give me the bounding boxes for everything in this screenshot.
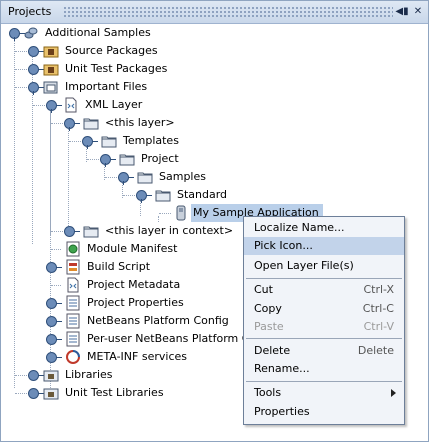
tree-node-label: Module Manifest [87, 242, 178, 255]
services-icon [66, 350, 80, 364]
tree-node-label: Additional Samples [45, 26, 151, 39]
menu-item-rename[interactable]: Rename... [244, 360, 404, 378]
tree-node-label: Project Properties [87, 296, 184, 309]
expand-toggle-icon[interactable] [64, 118, 80, 131]
build-script-icon [66, 259, 80, 275]
xml-file-icon [65, 97, 77, 113]
expand-toggle-icon[interactable] [9, 28, 25, 41]
tree-node-label: Per-user NetBeans Platform C [87, 332, 250, 345]
expand-toggle-icon[interactable] [28, 46, 44, 57]
expand-toggle-icon[interactable] [28, 388, 44, 399]
expand-toggle-icon[interactable] [46, 298, 62, 309]
expand-toggle-icon[interactable] [82, 136, 98, 149]
folder-icon [83, 226, 99, 238]
tree-node-label: Unit Test Packages [65, 62, 168, 75]
expand-toggle-icon[interactable] [46, 262, 62, 273]
expand-toggle-icon[interactable] [46, 352, 62, 363]
tree-node-label: Standard [177, 188, 228, 201]
tree-node-label: XML Layer [85, 98, 143, 111]
library-folder-icon [43, 388, 59, 400]
tree-node-label: Build Script [87, 260, 151, 273]
submenu-arrow-icon [391, 389, 396, 397]
projects-window: Projects ◀▮ ✕ Additional Samples Source … [0, 0, 429, 442]
drag-grip[interactable] [63, 6, 393, 18]
tree-node-label: Templates [123, 134, 179, 147]
menu-item-copy[interactable]: Copy Ctrl-C [244, 300, 404, 318]
menu-item-pick-icon[interactable]: Pick Icon... [244, 237, 404, 255]
menu-item-tools[interactable]: Tools [244, 384, 404, 402]
folder-icon [155, 190, 171, 202]
menu-item-properties[interactable]: Properties [244, 403, 404, 421]
manifest-icon [66, 241, 80, 257]
folder-icon [83, 118, 99, 130]
minimize-icon[interactable]: ◀▮ [395, 5, 409, 19]
expand-toggle-icon[interactable] [100, 154, 116, 167]
beans-icon [24, 27, 38, 39]
menu-item-localize-name[interactable]: Localize Name... [244, 219, 404, 237]
window-titlebar[interactable]: Projects ◀▮ ✕ [1, 1, 428, 24]
important-files-icon [43, 81, 58, 94]
tree-node-label: META-INF services [87, 350, 187, 363]
tree-node-label: <this layer> [105, 116, 175, 129]
tree-node-label: <this layer in context> [105, 224, 234, 237]
tree-node-label: Project Metadata [87, 278, 181, 291]
properties-icon [66, 331, 80, 347]
expand-toggle-icon[interactable] [46, 316, 62, 327]
expand-toggle-icon[interactable] [28, 370, 44, 381]
library-folder-icon [43, 370, 59, 382]
tree-node-label: Unit Test Libraries [65, 386, 164, 399]
menu-item-paste[interactable]: Paste Ctrl-V [244, 318, 404, 336]
folder-icon [119, 154, 135, 166]
context-menu: Localize Name... Pick Icon... Open Layer… [243, 216, 405, 425]
expand-toggle-icon[interactable] [46, 334, 62, 345]
close-icon[interactable]: ✕ [411, 5, 425, 19]
tree-node-label: Libraries [65, 368, 113, 381]
file-icon [176, 205, 186, 221]
tree-node-label: NetBeans Platform Config [87, 314, 229, 327]
expand-toggle-icon[interactable] [46, 100, 62, 113]
folder-icon [101, 136, 117, 148]
expand-toggle-icon[interactable] [64, 226, 80, 237]
properties-icon [66, 313, 80, 329]
package-folder-icon [43, 64, 59, 76]
folder-icon [137, 172, 153, 184]
expand-toggle-icon[interactable] [136, 190, 152, 203]
tree-node-label: Samples [159, 170, 206, 183]
package-folder-icon [43, 46, 59, 58]
menu-item-cut[interactable]: Cut Ctrl-X [244, 281, 404, 299]
menu-separator [246, 278, 402, 279]
metadata-icon [67, 277, 79, 293]
window-title: Projects [8, 5, 52, 18]
expand-toggle-icon[interactable] [28, 64, 44, 75]
menu-separator [246, 381, 402, 382]
tree-node-label: Project [141, 152, 179, 165]
menu-item-open-layer-files[interactable]: Open Layer File(s) [244, 257, 404, 275]
properties-icon [66, 295, 80, 311]
expand-toggle-icon[interactable] [118, 172, 134, 185]
menu-separator [246, 338, 402, 339]
tree-node-label: Source Packages [65, 44, 158, 57]
expand-toggle-icon[interactable] [28, 82, 44, 95]
tree-node-label: Important Files [65, 80, 148, 93]
menu-item-delete[interactable]: Delete Delete [244, 342, 404, 360]
